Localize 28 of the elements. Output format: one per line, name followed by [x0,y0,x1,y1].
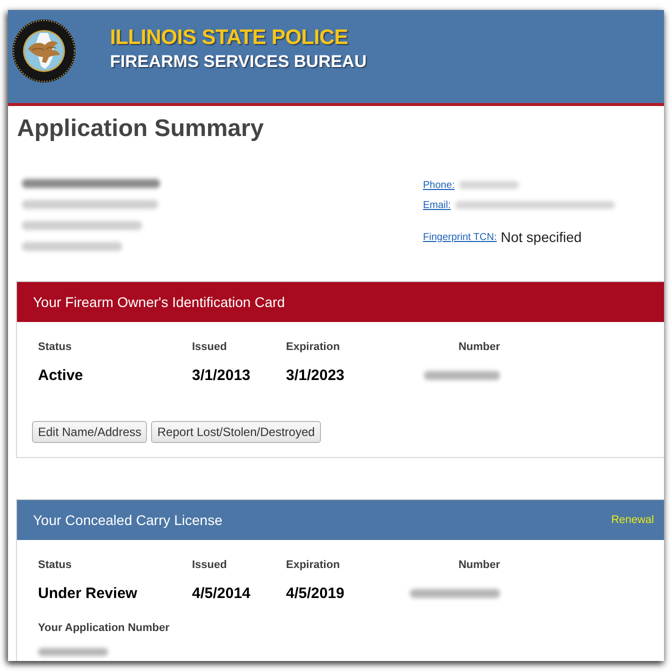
agency-title: ILLINOIS STATE POLICE [110,26,348,50]
action-button[interactable]: Edit Name/Address [32,421,148,443]
police-seal-logo [12,19,76,83]
bureau-subtitle: FIREARMS SERVICES BUREAU [110,51,367,73]
card-title: Your Firearm Owner's Identification Card [33,294,285,310]
field-label: Issued [192,341,227,353]
field-label: Expiration [286,341,340,353]
field-value: 3/1/2013 [192,367,250,384]
field-label: Issued [192,559,227,571]
field-label: Status [38,341,72,353]
contact-link[interactable]: Fingerprint TCN: [423,232,497,242]
field-value: 4/5/2019 [286,585,344,602]
field-value: 4/5/2014 [192,585,250,602]
page-title: Application Summary [17,114,264,144]
field-label: Expiration [286,559,340,571]
field-value: Active [38,367,84,384]
contact-value: Not specified [500,229,582,245]
contact-link[interactable]: Email: [423,200,451,210]
renewal-link[interactable]: Renewal [611,514,654,526]
field-label: Your Application Number [38,622,170,634]
field-label: Number [458,559,500,571]
field-value: Under Review [38,585,138,602]
field-label: Status [38,559,72,571]
field-value: 3/1/2023 [286,367,344,384]
action-button[interactable]: Report Lost/Stolen/Destroyed [151,421,321,443]
contact-link[interactable]: Phone: [423,180,455,190]
field-label: Number [458,341,500,353]
card-title: Your Concealed Carry License [33,512,222,528]
